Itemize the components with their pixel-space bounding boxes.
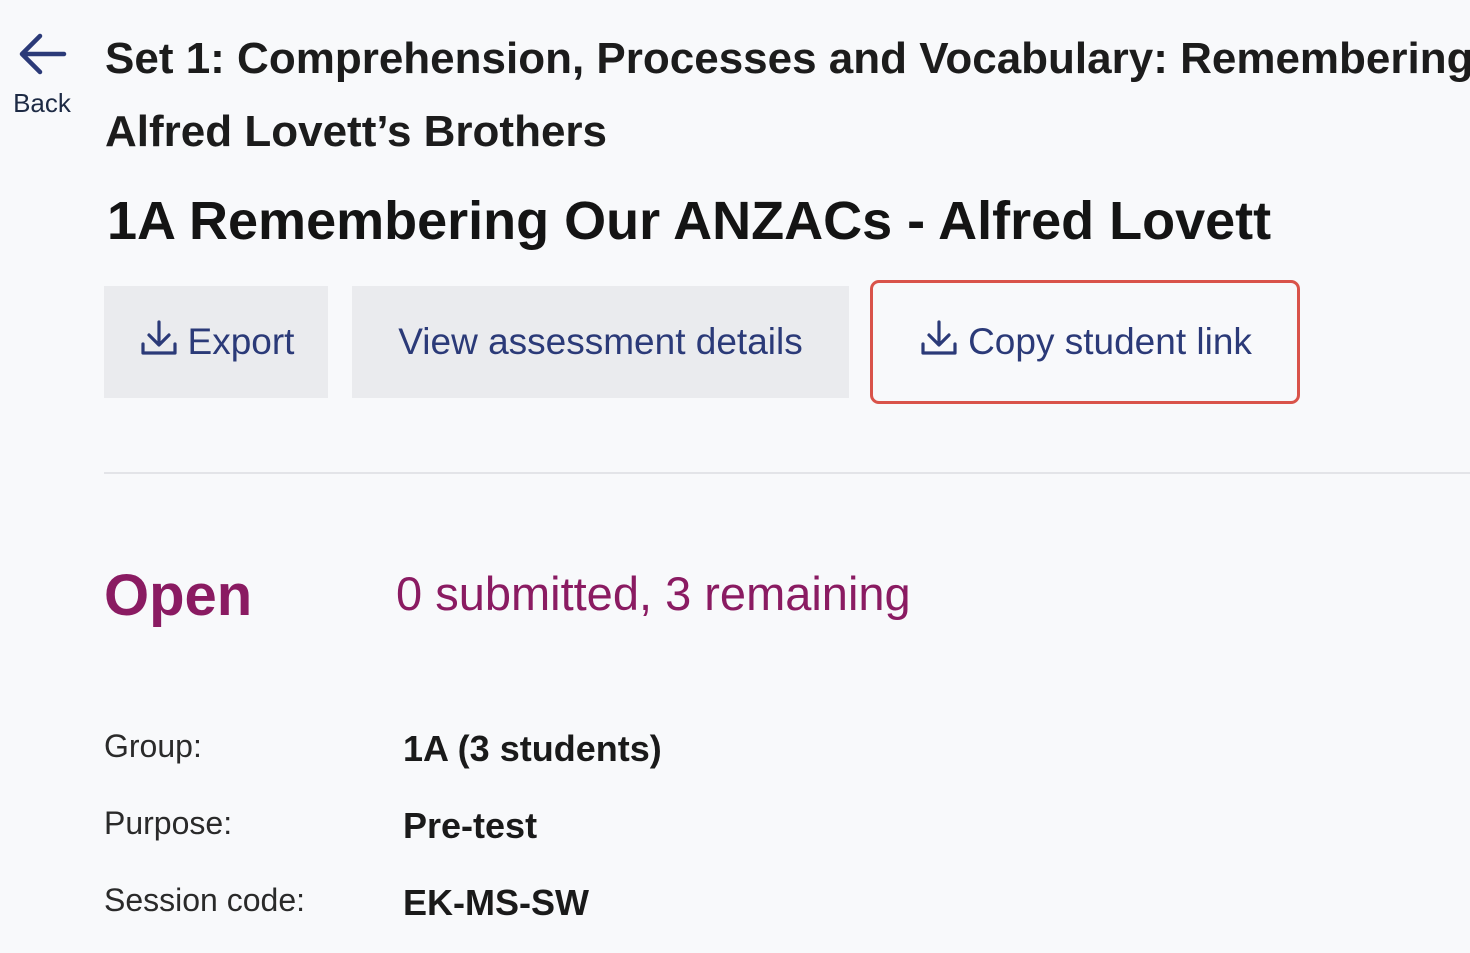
status-badge: Open (104, 563, 253, 628)
export-label: Export (187, 321, 295, 362)
group-value: 1A (3 students) (403, 728, 662, 769)
download-icon (918, 317, 968, 368)
breadcrumb-line: Alfred Lovett’s Brothers (105, 107, 608, 156)
page-title: 1A Remembering Our ANZACs - Alfred Lovet… (107, 191, 1272, 251)
session-code-value: EK-MS-SW (403, 882, 589, 923)
divider (104, 472, 1470, 474)
back-button[interactable]: Back (6, 32, 78, 119)
view-assessment-details-button[interactable]: View assessment details (352, 286, 849, 398)
session-code-label: Session code: (104, 882, 306, 918)
breadcrumb: Set 1: Comprehension, Processes and Voca… (105, 22, 1470, 168)
copy-student-link-button[interactable]: Copy student link (870, 280, 1300, 404)
group-label: Group: (104, 728, 202, 764)
copy-link-label: Copy student link (968, 321, 1252, 362)
purpose-value: Pre-test (403, 805, 538, 846)
assessment-page: Back Set 1: Comprehension, Processes and… (0, 0, 1470, 953)
view-details-label: View assessment details (398, 321, 803, 362)
export-button[interactable]: Export (104, 286, 328, 398)
arrow-left-icon (16, 32, 68, 76)
back-label: Back (13, 88, 71, 118)
download-icon (138, 317, 188, 368)
purpose-label: Purpose: (104, 805, 233, 841)
submission-summary: 0 submitted, 3 remaining (396, 567, 911, 620)
breadcrumb-line: Set 1: Comprehension, Processes and Voca… (105, 34, 1470, 83)
